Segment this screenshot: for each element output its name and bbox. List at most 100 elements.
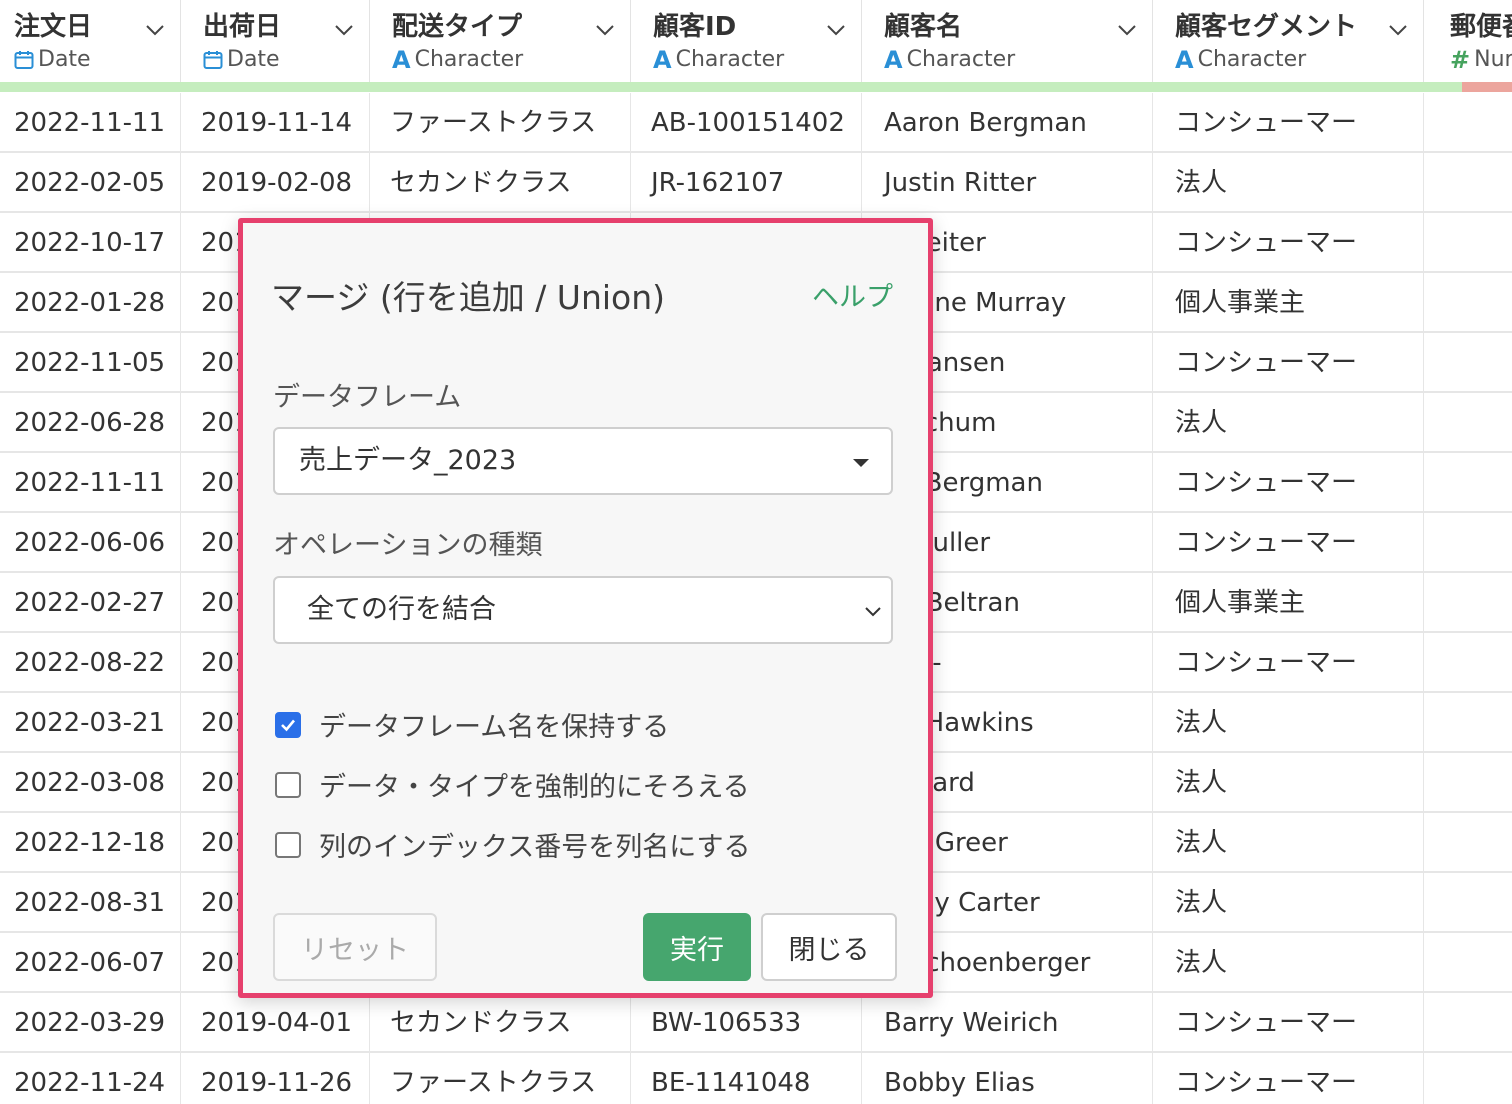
table-cell[interactable] <box>1424 453 1512 513</box>
table-cell[interactable] <box>1424 873 1512 933</box>
table-cell[interactable]: 2019-11-14 <box>181 93 370 153</box>
table-cell[interactable]: 2022-08-22 <box>0 633 181 693</box>
table-cell[interactable] <box>1424 753 1512 813</box>
table-cell[interactable] <box>1424 813 1512 873</box>
column-type: Date <box>203 46 369 74</box>
chevron-down-icon[interactable] <box>825 18 847 40</box>
table-cell[interactable] <box>1424 93 1512 153</box>
table-cell[interactable]: 2022-11-11 <box>0 93 181 153</box>
chevron-down-icon[interactable] <box>594 18 616 40</box>
table-cell[interactable]: 2022-03-21 <box>0 693 181 753</box>
chevron-down-icon[interactable] <box>333 18 355 40</box>
table-cell[interactable]: 2022-02-27 <box>0 573 181 633</box>
table-cell[interactable]: 2022-01-28 <box>0 273 181 333</box>
chevron-down-icon[interactable] <box>144 18 166 40</box>
column-header[interactable]: 出荷日 Date <box>181 0 370 82</box>
table-cell[interactable]: コンシューマー <box>1153 453 1424 513</box>
chevron-down-icon[interactable] <box>1116 18 1138 40</box>
checkbox[interactable] <box>275 831 301 858</box>
option-keep-dataframe-name[interactable]: データフレーム名を保持する <box>275 705 669 744</box>
column-header[interactable]: 顧客ID A Character <box>631 0 862 82</box>
table-cell[interactable]: コンシューマー <box>1153 333 1424 393</box>
table-cell[interactable]: 2022-11-24 <box>0 1053 181 1104</box>
table-cell[interactable]: コンシューマー <box>1153 1053 1424 1104</box>
table-cell[interactable]: 法人 <box>1153 813 1424 873</box>
table-cell[interactable]: 2022-03-08 <box>0 753 181 813</box>
reset-button[interactable]: リセット <box>273 913 437 981</box>
table-cell[interactable]: コンシューマー <box>1153 93 1424 153</box>
table-cell[interactable]: 2022-03-29 <box>0 993 181 1053</box>
table-cell[interactable]: 2019-11-26 <box>181 1053 370 1104</box>
checkbox[interactable] <box>275 771 301 798</box>
table-cell[interactable]: 法人 <box>1153 873 1424 933</box>
column-header[interactable]: 郵便番 #Nur <box>1424 0 1512 82</box>
operation-select[interactable]: 全ての行を結合 <box>273 576 893 644</box>
table-cell[interactable]: 2022-06-07 <box>0 933 181 993</box>
table-cell[interactable] <box>1424 633 1512 693</box>
table-cell[interactable]: コンシューマー <box>1153 513 1424 573</box>
table-cell[interactable]: 法人 <box>1153 933 1424 993</box>
table-cell[interactable]: セカンドクラス <box>370 993 631 1053</box>
option-label: データ・タイプを強制的にそろえる <box>319 772 750 803</box>
column-header[interactable]: 顧客セグメント A Character <box>1153 0 1424 82</box>
table-cell[interactable]: 2022-11-05 <box>0 333 181 393</box>
table-cell[interactable]: 個人事業主 <box>1153 573 1424 633</box>
column-header[interactable]: 注文日 Date <box>0 0 181 82</box>
character-icon: A <box>653 46 672 74</box>
table-cell[interactable]: 法人 <box>1153 693 1424 753</box>
table-cell[interactable]: セカンドクラス <box>370 153 631 213</box>
table-cell[interactable] <box>1424 393 1512 453</box>
table-cell[interactable]: JR-162107 <box>631 153 862 213</box>
table-cell[interactable] <box>1424 213 1512 273</box>
table-cell[interactable]: 法人 <box>1153 393 1424 453</box>
table-cell[interactable]: Justin Ritter <box>862 153 1153 213</box>
table-cell[interactable] <box>1424 333 1512 393</box>
column-header[interactable]: 配送タイプ A Character <box>370 0 631 82</box>
table-cell[interactable] <box>1424 993 1512 1053</box>
dataframe-select[interactable]: 売上データ_2023 <box>273 427 893 495</box>
table-cell[interactable]: Aaron Bergman <box>862 93 1153 153</box>
table-cell[interactable] <box>1424 153 1512 213</box>
table-cell[interactable]: 2022-10-17 <box>0 213 181 273</box>
table-cell[interactable] <box>1424 273 1512 333</box>
run-button[interactable]: 実行 <box>643 913 751 981</box>
dataframe-select-value: 売上データ_2023 <box>299 445 517 476</box>
table-cell[interactable] <box>1424 573 1512 633</box>
column-name: 郵便番 <box>1450 12 1512 42</box>
table-cell[interactable]: 2022-02-05 <box>0 153 181 213</box>
table-cell[interactable]: 2022-12-18 <box>0 813 181 873</box>
table-cell[interactable]: 2022-11-11 <box>0 453 181 513</box>
column-header[interactable]: 顧客名 A Character <box>862 0 1153 82</box>
chevron-down-icon[interactable] <box>1387 18 1409 40</box>
table-cell[interactable] <box>1424 1053 1512 1104</box>
table-cell[interactable] <box>1424 933 1512 993</box>
table-cell[interactable] <box>1424 693 1512 753</box>
table-cell[interactable]: 2019-04-01 <box>181 993 370 1053</box>
table-cell[interactable]: コンシューマー <box>1153 213 1424 273</box>
help-link[interactable]: ヘルプ <box>812 275 893 314</box>
table-cell[interactable]: 2022-06-06 <box>0 513 181 573</box>
table-cell[interactable]: BE-1141048 <box>631 1053 862 1104</box>
table-cell[interactable]: コンシューマー <box>1153 633 1424 693</box>
table-row: 2022-11-24 2019-11-26 ファーストクラス BE-1141048 Bo… <box>0 1053 1512 1104</box>
table-cell[interactable]: 個人事業主 <box>1153 273 1424 333</box>
table-cell[interactable]: Barry Weirich <box>862 993 1153 1053</box>
table-cell[interactable]: 2022-08-31 <box>0 873 181 933</box>
table-cell[interactable]: BW-106533 <box>631 993 862 1053</box>
column-type: A Character <box>884 46 1152 74</box>
table-cell[interactable]: 法人 <box>1153 153 1424 213</box>
table-cell[interactable]: コンシューマー <box>1153 993 1424 1053</box>
table-cell[interactable]: AB-100151402 <box>631 93 862 153</box>
table-cell[interactable]: 2022-06-28 <box>0 393 181 453</box>
table-cell[interactable] <box>1424 513 1512 573</box>
checkbox[interactable] <box>275 711 301 738</box>
table-cell[interactable]: 法人 <box>1153 753 1424 813</box>
close-button[interactable]: 閉じる <box>761 913 897 981</box>
table-cell[interactable]: ファーストクラス <box>370 1053 631 1104</box>
option-index-as-column-name[interactable]: 列のインデックス番号を列名にする <box>275 825 750 864</box>
table-cell[interactable]: ファーストクラス <box>370 93 631 153</box>
option-label: 列のインデックス番号を列名にする <box>319 832 751 863</box>
table-cell[interactable]: 2019-02-08 <box>181 153 370 213</box>
option-force-data-type[interactable]: データ・タイプを強制的にそろえる <box>275 765 750 804</box>
table-cell[interactable]: Bobby Elias <box>862 1053 1153 1104</box>
